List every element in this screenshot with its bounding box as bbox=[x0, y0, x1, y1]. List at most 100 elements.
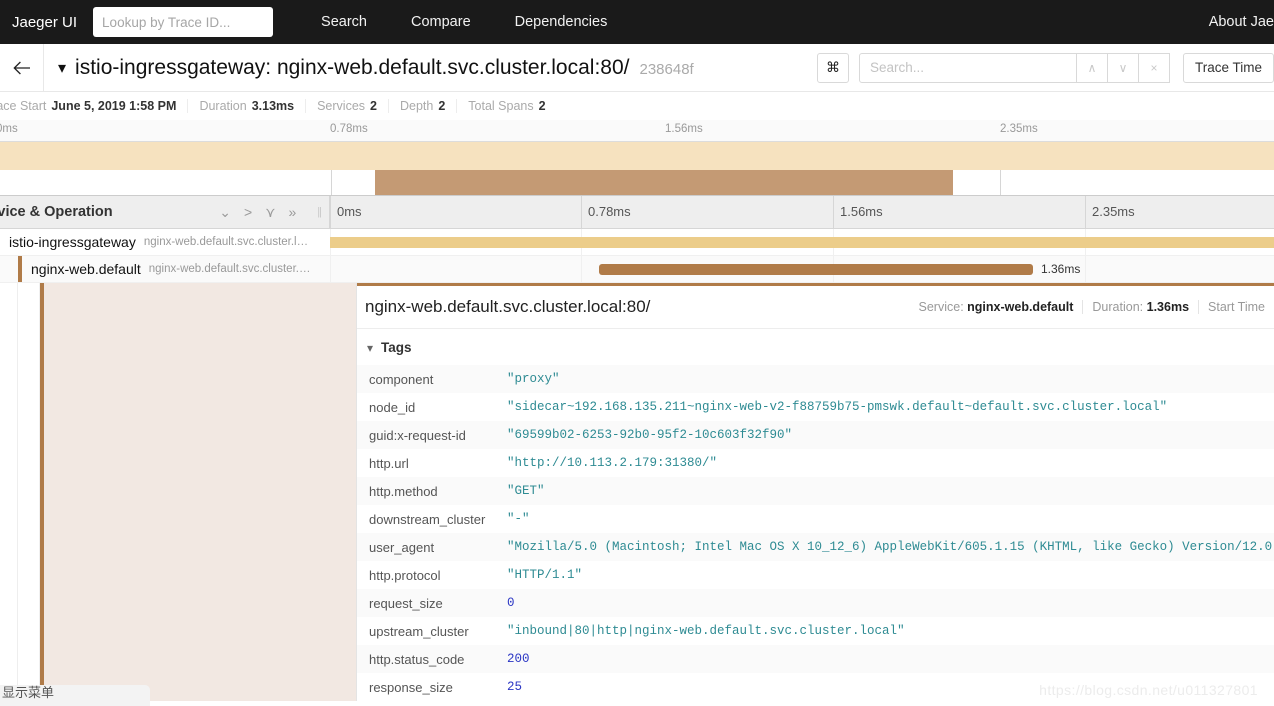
tag-key: http.method bbox=[369, 483, 438, 499]
expand-one-icon[interactable]: > bbox=[244, 204, 252, 220]
meta-value: 2 bbox=[370, 99, 377, 113]
nav-link-compare[interactable]: Compare bbox=[389, 14, 493, 30]
tag-key: node_id bbox=[369, 399, 416, 415]
tag-value: "69599b02-6253-92b0-95f2-10c603f32f90" bbox=[507, 428, 793, 442]
minimap-tick-0: 0ms bbox=[0, 123, 18, 135]
span-row[interactable]: ▾ istio-ingressgateway nginx-web.default… bbox=[0, 229, 1274, 256]
nav-link-dependencies[interactable]: Dependencies bbox=[493, 14, 630, 30]
span-service-name: istio-ingressgateway bbox=[9, 234, 136, 250]
meta-services: Services 2 bbox=[305, 99, 388, 113]
nav-link-search[interactable]: Search bbox=[299, 14, 389, 30]
tag-key: request_size bbox=[369, 595, 443, 611]
trace-id-input[interactable] bbox=[102, 14, 265, 30]
span-operation-name: nginx-web.default.svc.cluster.… bbox=[148, 263, 311, 275]
table-row[interactable]: downstream_cluster "-" bbox=[357, 505, 1274, 533]
table-row[interactable]: guid:x-request-id "69599b02-6253-92b0-95… bbox=[357, 421, 1274, 449]
timeline-header: 0ms 0.78ms 1.56ms 2.35ms bbox=[330, 195, 1274, 229]
trace-meta-row: Trace Start June 5, 2019 1:58 PM Duratio… bbox=[0, 92, 1274, 120]
tags-section-label: Tags bbox=[381, 340, 412, 355]
tag-value: "Mozilla/5.0 (Macintosh; Intel Mac OS X … bbox=[507, 540, 1274, 554]
column-resize-grip[interactable]: || bbox=[317, 206, 322, 218]
search-prev-button[interactable]: ∧ bbox=[1076, 52, 1108, 83]
table-row[interactable]: http.method "GET" bbox=[357, 477, 1274, 505]
meta-label: Depth bbox=[399, 99, 434, 113]
trace-minimap[interactable]: 0ms 0.78ms 1.56ms 2.35ms bbox=[0, 120, 1274, 196]
meta-value: 2 bbox=[538, 99, 546, 113]
minimap-body[interactable] bbox=[0, 142, 1274, 195]
collapse-all-icon[interactable]: ⋎ bbox=[265, 204, 275, 221]
table-row[interactable]: request_size 0 bbox=[357, 589, 1274, 617]
timeline-tick-1: 0.78ms bbox=[588, 203, 631, 219]
table-row[interactable]: node_id "sidecar~192.168.135.211~nginx-w… bbox=[357, 393, 1274, 421]
tag-value: "-" bbox=[507, 512, 530, 526]
arrow-left-icon bbox=[12, 61, 30, 74]
duration-label: Duration: bbox=[1092, 300, 1144, 314]
column-header-service-operation: Service & Operation bbox=[0, 204, 113, 220]
search-next-button[interactable]: ∨ bbox=[1107, 52, 1139, 83]
tag-value: 200 bbox=[507, 652, 530, 666]
meta-label: Services bbox=[317, 99, 366, 113]
meta-label: Total Spans bbox=[468, 99, 534, 113]
trace-id-lookup[interactable] bbox=[93, 7, 274, 37]
span-row-label[interactable]: ▾ istio-ingressgateway nginx-web.default… bbox=[0, 229, 330, 256]
navbar-right-group: About Jae bbox=[1191, 0, 1274, 44]
span-detail-color-bar bbox=[40, 283, 44, 701]
tags-section-toggle[interactable]: ▾ Tags bbox=[357, 329, 1274, 365]
minimap-span-bar-root bbox=[0, 142, 1274, 170]
table-row[interactable]: http.url "http://10.113.2.179:31380/" bbox=[357, 449, 1274, 477]
keyboard-shortcuts-button[interactable]: ⌘ bbox=[816, 52, 849, 83]
tag-value: "inbound|80|http|nginx-web.default.svc.c… bbox=[507, 624, 905, 638]
tag-value: 25 bbox=[507, 680, 523, 694]
span-detail-gutter bbox=[0, 283, 356, 701]
collapse-one-icon[interactable]: ⌄ bbox=[219, 204, 231, 221]
meta-label: Trace Start bbox=[0, 99, 47, 113]
back-button[interactable] bbox=[0, 44, 44, 91]
span-table-header: Service & Operation ⌄ > ⋎ » || 0ms 0.78m… bbox=[0, 195, 1274, 229]
table-row[interactable]: upstream_cluster "inbound|80|http|nginx-… bbox=[357, 617, 1274, 645]
meta-value: June 5, 2019 1:58 PM bbox=[51, 99, 177, 113]
brand-logo[interactable]: Jaeger UI bbox=[0, 14, 93, 31]
gutter-blank-inner bbox=[0, 283, 18, 701]
timeline-tick-0: 0ms bbox=[337, 203, 362, 219]
span-bar bbox=[599, 264, 1033, 275]
expand-all-icon[interactable]: » bbox=[288, 204, 296, 220]
minimap-tick-3: 2.35ms bbox=[1000, 123, 1038, 135]
span-row-timeline[interactable]: 1.36ms bbox=[330, 256, 1274, 283]
nav-link-about[interactable]: About Jae bbox=[1191, 14, 1274, 30]
service-value: nginx-web.default bbox=[967, 300, 1074, 314]
search-clear-button[interactable]: × bbox=[1138, 52, 1170, 83]
tags-table: component "proxy" node_id "sidecar~192.1… bbox=[357, 365, 1274, 701]
tag-key: http.url bbox=[369, 455, 409, 471]
tree-controls: ⌄ > ⋎ » || bbox=[219, 204, 322, 221]
span-row[interactable]: ▾ nginx-web.default nginx-web.default.sv… bbox=[0, 256, 1274, 283]
span-detail-content: nginx-web.default.svc.cluster.local:80/ … bbox=[356, 283, 1274, 701]
span-operation-name: nginx-web.default.svc.cluster.l… bbox=[143, 236, 309, 248]
table-row[interactable]: user_agent "Mozilla/5.0 (Macintosh; Inte… bbox=[357, 533, 1274, 561]
minimap-tick-2: 1.56ms bbox=[665, 123, 703, 135]
table-row[interactable]: component "proxy" bbox=[357, 365, 1274, 393]
meta-label: Duration bbox=[199, 99, 247, 113]
span-detail-service: Service: nginx-web.default bbox=[910, 300, 1083, 314]
span-bar bbox=[330, 237, 1274, 248]
tag-key: http.protocol bbox=[369, 567, 441, 583]
trace-time-dropdown[interactable]: Trace Time bbox=[1182, 52, 1274, 83]
span-row-label[interactable]: ▾ nginx-web.default nginx-web.default.sv… bbox=[0, 256, 330, 283]
meta-duration: Duration 3.13ms bbox=[187, 99, 305, 113]
chevron-down-icon[interactable]: ▾ bbox=[58, 58, 66, 78]
span-detail-operation: nginx-web.default.svc.cluster.local:80/ bbox=[365, 297, 651, 316]
table-row[interactable]: http.status_code 200 bbox=[357, 645, 1274, 673]
trace-header: ▾ istio-ingressgateway: nginx-web.defaul… bbox=[0, 44, 1274, 92]
span-detail-meta: Service: nginx-web.default Duration: 1.3… bbox=[910, 300, 1274, 314]
span-row-timeline[interactable] bbox=[330, 229, 1274, 256]
jaeger-trace-page: Jaeger UI Search Compare Dependencies Ab… bbox=[0, 0, 1274, 706]
trace-header-actions: ⌘ ∧ ∨ × Trace Time bbox=[816, 44, 1274, 91]
table-row[interactable]: http.protocol "HTTP/1.1" bbox=[357, 561, 1274, 589]
tag-value: 0 bbox=[507, 596, 515, 610]
bottom-strip-label: 显示菜单 bbox=[2, 685, 55, 700]
span-search-box[interactable] bbox=[858, 52, 1077, 83]
span-search-input[interactable] bbox=[869, 60, 1066, 75]
tag-key: user_agent bbox=[369, 539, 435, 555]
service-label: Service: bbox=[918, 300, 964, 314]
table-row[interactable]: response_size 25 bbox=[357, 673, 1274, 701]
browser-bottom-strip: 显示菜单 bbox=[0, 685, 150, 706]
